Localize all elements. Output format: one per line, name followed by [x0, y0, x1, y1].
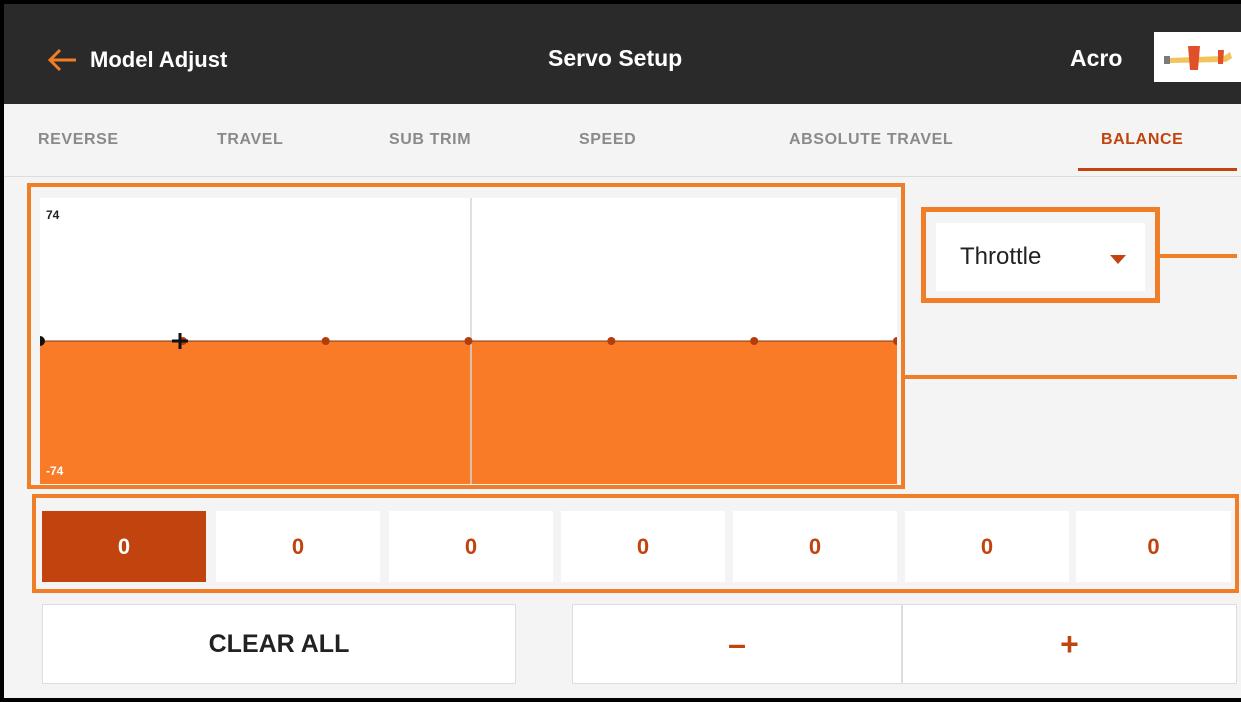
tab-balance[interactable]: BALANCE	[1101, 104, 1183, 176]
graph-callout-line	[905, 375, 1237, 379]
airplane-thumbnail-icon[interactable]	[1154, 32, 1241, 82]
dropdown-callout-line	[1160, 254, 1237, 258]
back-label: Model Adjust	[90, 47, 228, 72]
tab-travel[interactable]: TRAVEL	[217, 104, 283, 176]
app-header: Model Adjust Servo Setup Acro	[4, 4, 1241, 104]
active-tab-indicator	[1078, 168, 1237, 171]
graph-callout-frame	[27, 183, 905, 489]
decrement-button[interactable]: –	[572, 604, 902, 684]
points-callout-frame	[32, 494, 1239, 593]
page-title: Servo Setup	[548, 45, 683, 71]
tab-speed[interactable]: SPEED	[579, 104, 636, 176]
tab-absolute-travel[interactable]: ABSOLUTE TRAVEL	[789, 104, 953, 176]
model-name: Acro	[1070, 45, 1123, 71]
arrow-left-icon	[48, 48, 76, 72]
tab-bar: REVERSE TRAVEL SUB TRIM SPEED ABSOLUTE T…	[4, 104, 1241, 177]
back-button[interactable]: Model Adjust	[48, 40, 227, 80]
tab-reverse[interactable]: REVERSE	[38, 104, 119, 176]
increment-button[interactable]: +	[902, 604, 1237, 684]
dropdown-callout-frame	[921, 207, 1160, 303]
tab-sub-trim[interactable]: SUB TRIM	[389, 104, 471, 176]
clear-all-button[interactable]: CLEAR ALL	[42, 604, 516, 684]
